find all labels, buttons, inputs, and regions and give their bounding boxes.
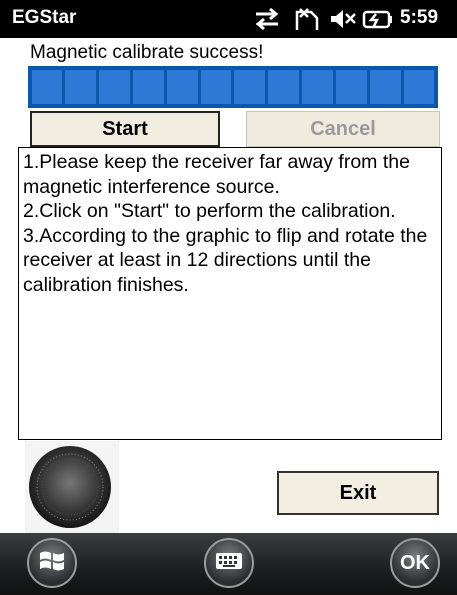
calibration-progress-bar — [28, 66, 438, 108]
no-signal-icon — [291, 6, 321, 36]
progress-segment — [99, 70, 130, 104]
ok-label: OK — [400, 551, 430, 574]
progress-segment — [268, 70, 300, 104]
calibration-compass-dial — [25, 441, 119, 533]
instruction-step-2: 2.Click on "Start" to perform the calibr… — [23, 200, 396, 222]
app-title: EGStar — [12, 7, 77, 28]
sync-arrows-icon — [252, 6, 282, 36]
instruction-step-1: 1.Please keep the receiver far away from… — [23, 151, 416, 198]
keyboard-button[interactable] — [204, 538, 254, 588]
progress-segment — [335, 70, 367, 104]
progress-segment — [132, 70, 164, 104]
instructions-text-box: 1.Please keep the receiver far away from… — [18, 147, 442, 440]
progress-segment — [31, 70, 63, 104]
start-button[interactable]: Start — [30, 111, 220, 147]
exit-button[interactable]: Exit — [277, 471, 439, 515]
instruction-step-3: 3.According to the graphic to flip and r… — [23, 224, 433, 296]
volume-mute-icon — [328, 6, 358, 36]
progress-segment — [200, 70, 232, 104]
progress-segment — [166, 70, 198, 104]
taskbar: OK — [0, 533, 457, 595]
progress-segment — [234, 70, 266, 104]
status-bar: EGStar 5:59 — [0, 0, 457, 38]
progress-segment — [65, 70, 97, 104]
progress-segment — [369, 70, 401, 104]
windows-start-button[interactable] — [27, 538, 77, 588]
cancel-button[interactable]: Cancel — [246, 111, 440, 147]
windows-logo-icon — [38, 548, 66, 578]
ok-button[interactable]: OK — [390, 538, 440, 588]
progress-segment — [403, 70, 435, 104]
keyboard-icon — [215, 552, 243, 574]
clock: 5:59 — [400, 7, 439, 28]
battery-charging-icon — [362, 6, 394, 36]
progress-segment — [302, 70, 333, 104]
calibration-status-message: Magnetic calibrate success! — [30, 42, 264, 63]
